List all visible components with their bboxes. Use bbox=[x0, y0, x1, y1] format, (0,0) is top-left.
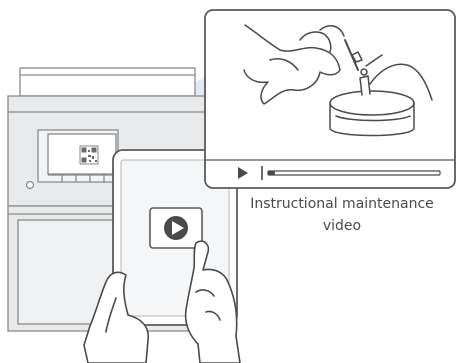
caption: Instructional maintenance video bbox=[226, 193, 458, 237]
power-button-icon bbox=[25, 180, 35, 190]
qr-code-icon bbox=[79, 145, 99, 165]
play-icon[interactable] bbox=[149, 207, 203, 249]
video-progress-track[interactable] bbox=[267, 170, 441, 176]
printer-top-paper bbox=[19, 67, 196, 97]
caption-line-1: Instructional maintenance bbox=[250, 196, 434, 212]
caption-line-2: video bbox=[322, 218, 362, 234]
video-progress-fill bbox=[268, 171, 275, 175]
illustration bbox=[7, 9, 456, 363]
video-panel bbox=[204, 9, 456, 189]
